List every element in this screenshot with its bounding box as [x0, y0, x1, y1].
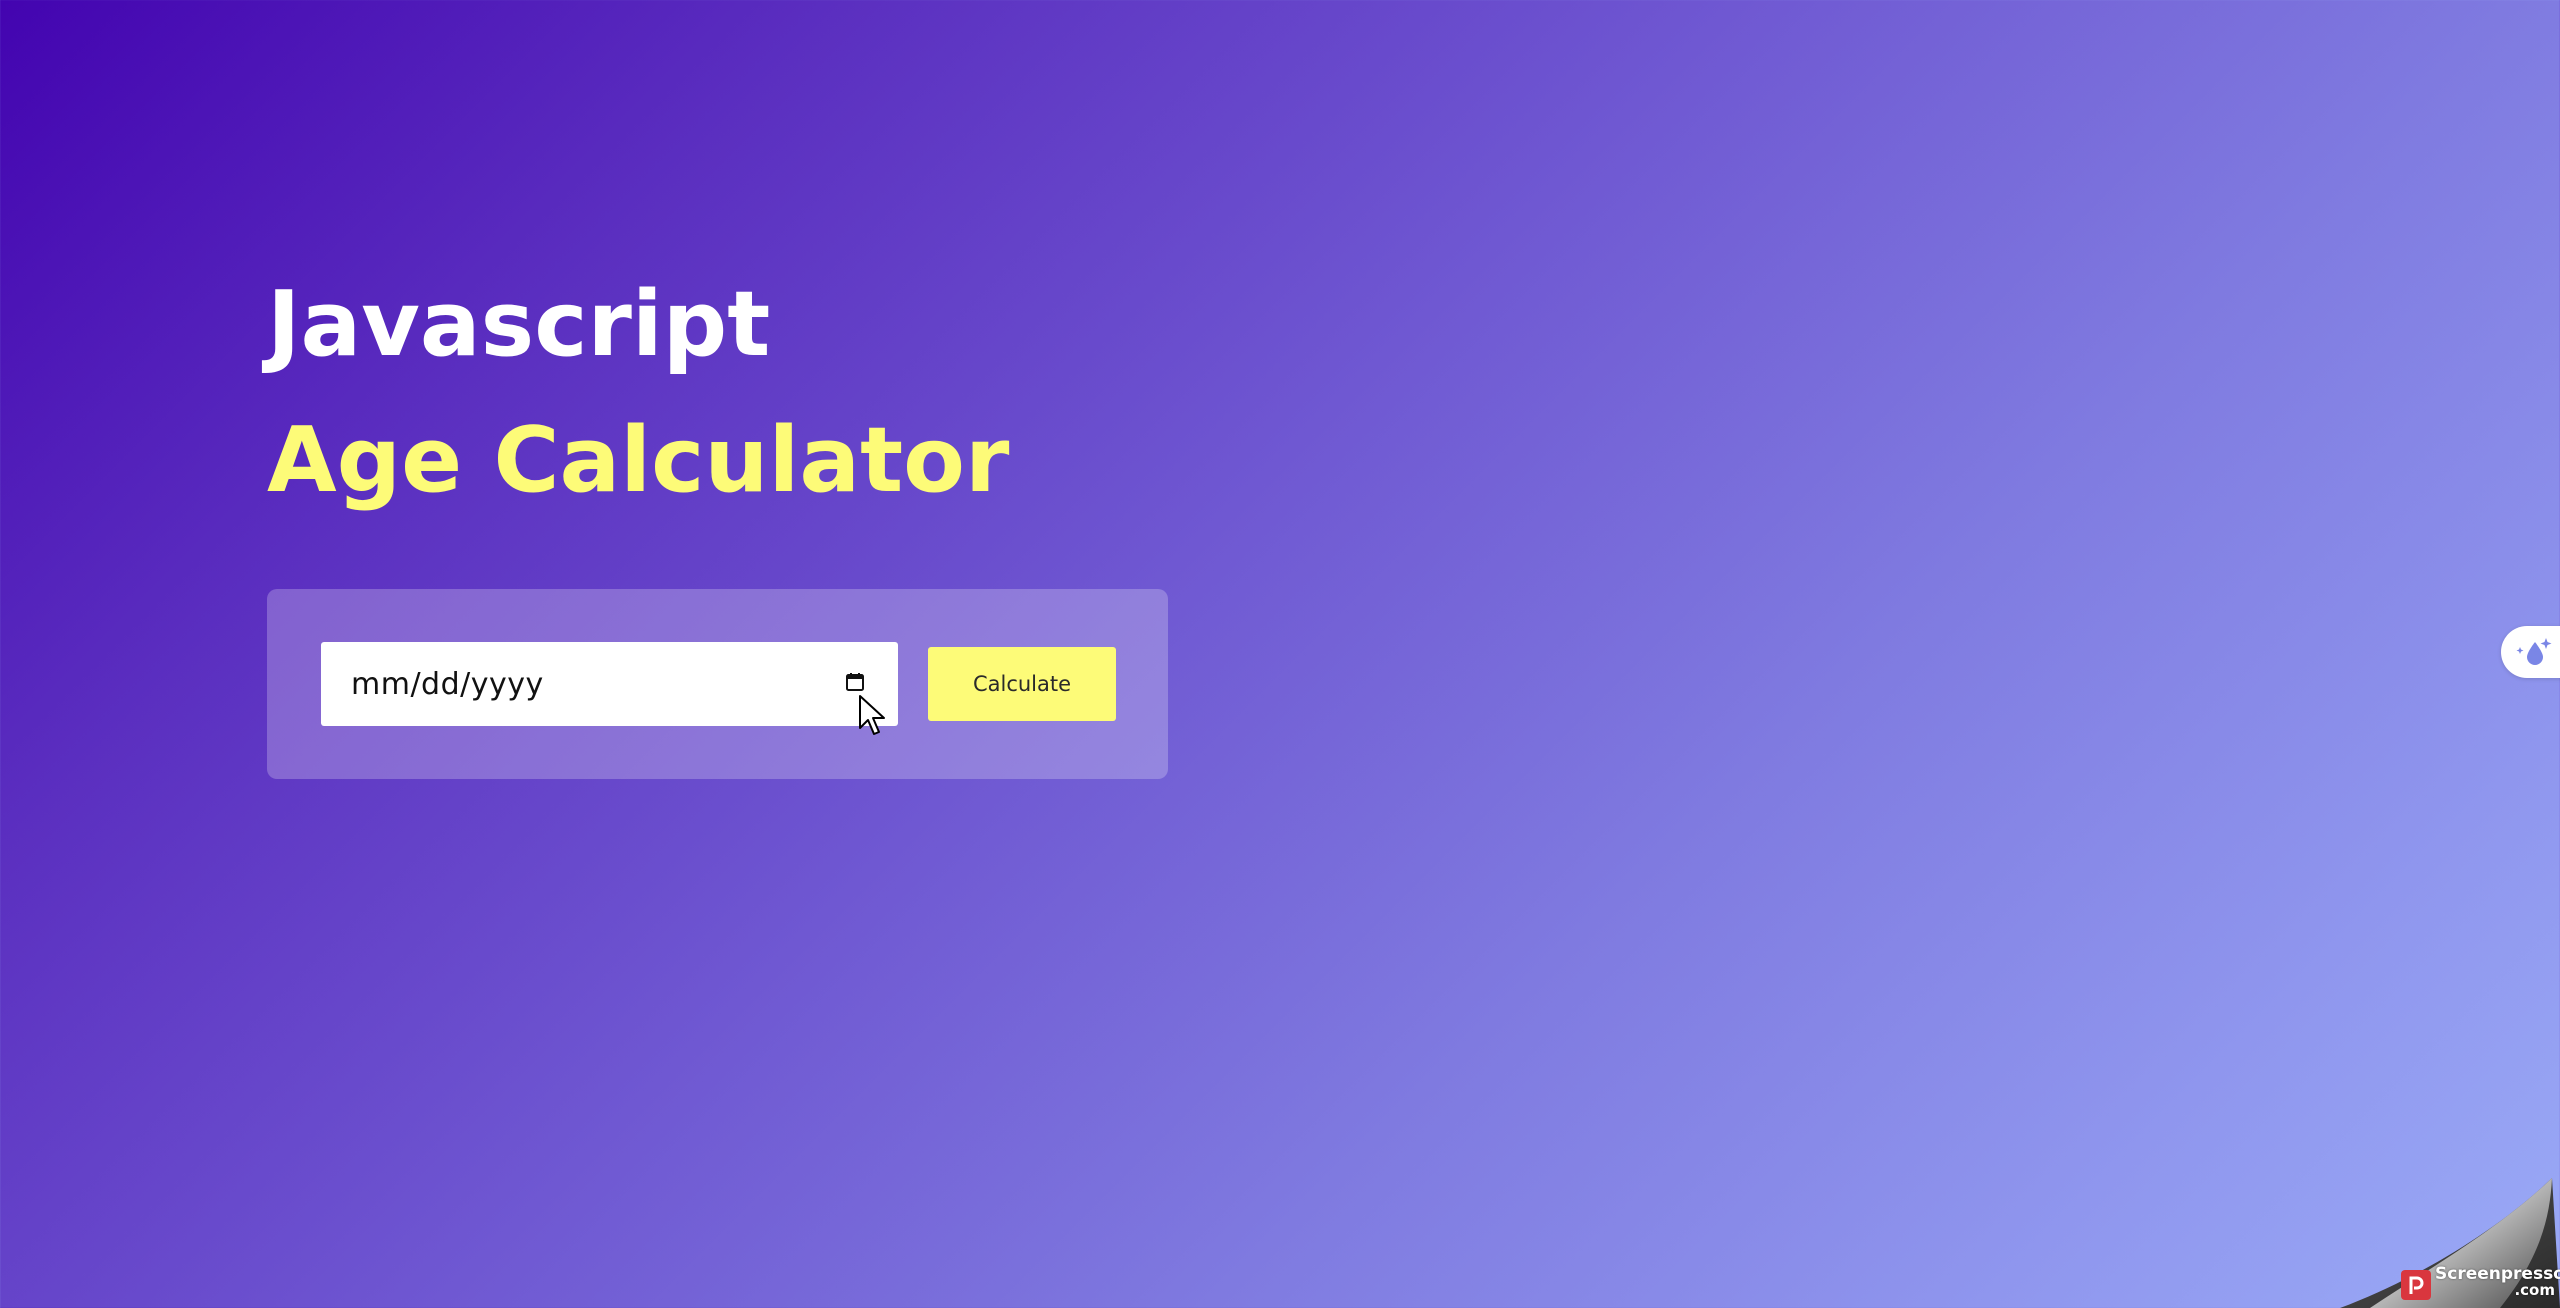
mouse-cursor-icon	[859, 695, 885, 735]
calculator-card: mm/dd/yyyy Calculate	[267, 589, 1168, 779]
watermark-text: Screenpresso .com	[2435, 1266, 2560, 1299]
heading-subtitle: Age Calculator	[267, 408, 1010, 513]
heading-title: Javascript	[267, 272, 771, 377]
calculate-button[interactable]: Calculate	[928, 647, 1116, 721]
birthdate-input[interactable]: mm/dd/yyyy	[321, 642, 898, 726]
calendar-icon[interactable]	[845, 672, 865, 692]
side-widget-button[interactable]	[2501, 626, 2560, 678]
screenpresso-logo-icon	[2401, 1270, 2431, 1300]
sparkle-drop-icon	[2516, 638, 2552, 665]
birthdate-placeholder: mm/dd/yyyy	[351, 666, 544, 702]
watermark-domain: .com	[2514, 1281, 2555, 1299]
